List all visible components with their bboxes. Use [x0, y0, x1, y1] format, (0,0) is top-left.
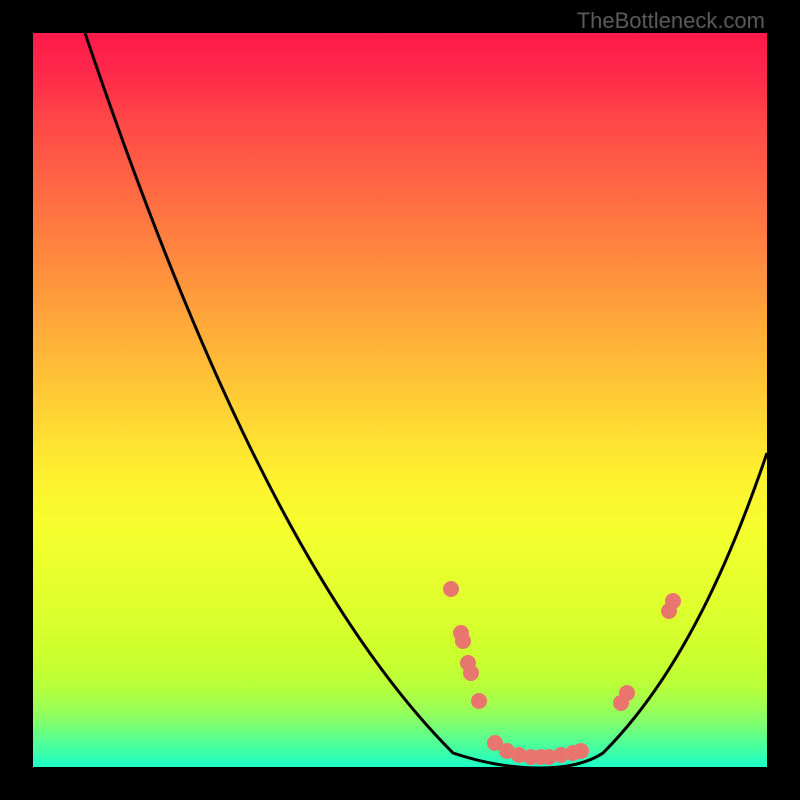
data-point	[463, 665, 479, 681]
data-point	[443, 581, 459, 597]
data-point	[471, 693, 487, 709]
data-point	[665, 593, 681, 609]
chart-svg	[33, 33, 767, 767]
chart-container: TheBottleneck.com	[0, 0, 800, 800]
bottleneck-curve	[85, 33, 767, 767]
data-point	[573, 743, 589, 759]
data-point	[455, 633, 471, 649]
plot-area	[33, 33, 767, 767]
watermark-text: TheBottleneck.com	[577, 8, 765, 34]
scatter-points	[443, 581, 681, 765]
data-point	[619, 685, 635, 701]
